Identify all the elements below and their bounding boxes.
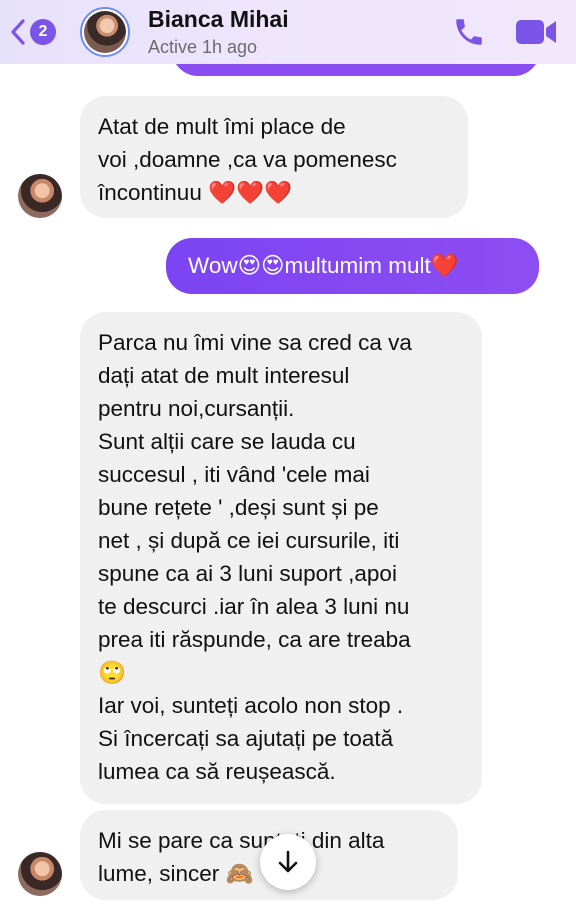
active-status: Active 1h ago <box>148 37 258 57</box>
chat-header: 2 Bianca Mihai Active 1h ago <box>0 0 576 64</box>
arrow-down-icon <box>278 850 298 873</box>
contact-avatar[interactable] <box>80 7 130 57</box>
call-button[interactable] <box>452 14 490 50</box>
unread-count-badge: 2 <box>30 19 56 45</box>
scroll-to-bottom-button[interactable] <box>260 834 316 890</box>
back-button[interactable]: 2 <box>10 14 62 50</box>
sent-message[interactable]: Wow😍😍multumim mult❤️ <box>166 238 539 294</box>
sender-avatar[interactable] <box>18 174 62 218</box>
video-call-button[interactable] <box>514 14 560 50</box>
contact-name[interactable]: Bianca Mihai <box>148 6 289 33</box>
received-message[interactable]: Atat de mult îmi place de voi ,doamne ,c… <box>80 96 468 218</box>
avatar-image <box>84 11 126 53</box>
received-message[interactable]: Parca nu îmi vine sa cred ca va dați ata… <box>80 312 482 804</box>
chevron-left-icon <box>11 19 25 45</box>
video-camera-icon <box>516 20 556 44</box>
phone-icon <box>456 19 482 45</box>
sender-avatar[interactable] <box>18 852 62 896</box>
